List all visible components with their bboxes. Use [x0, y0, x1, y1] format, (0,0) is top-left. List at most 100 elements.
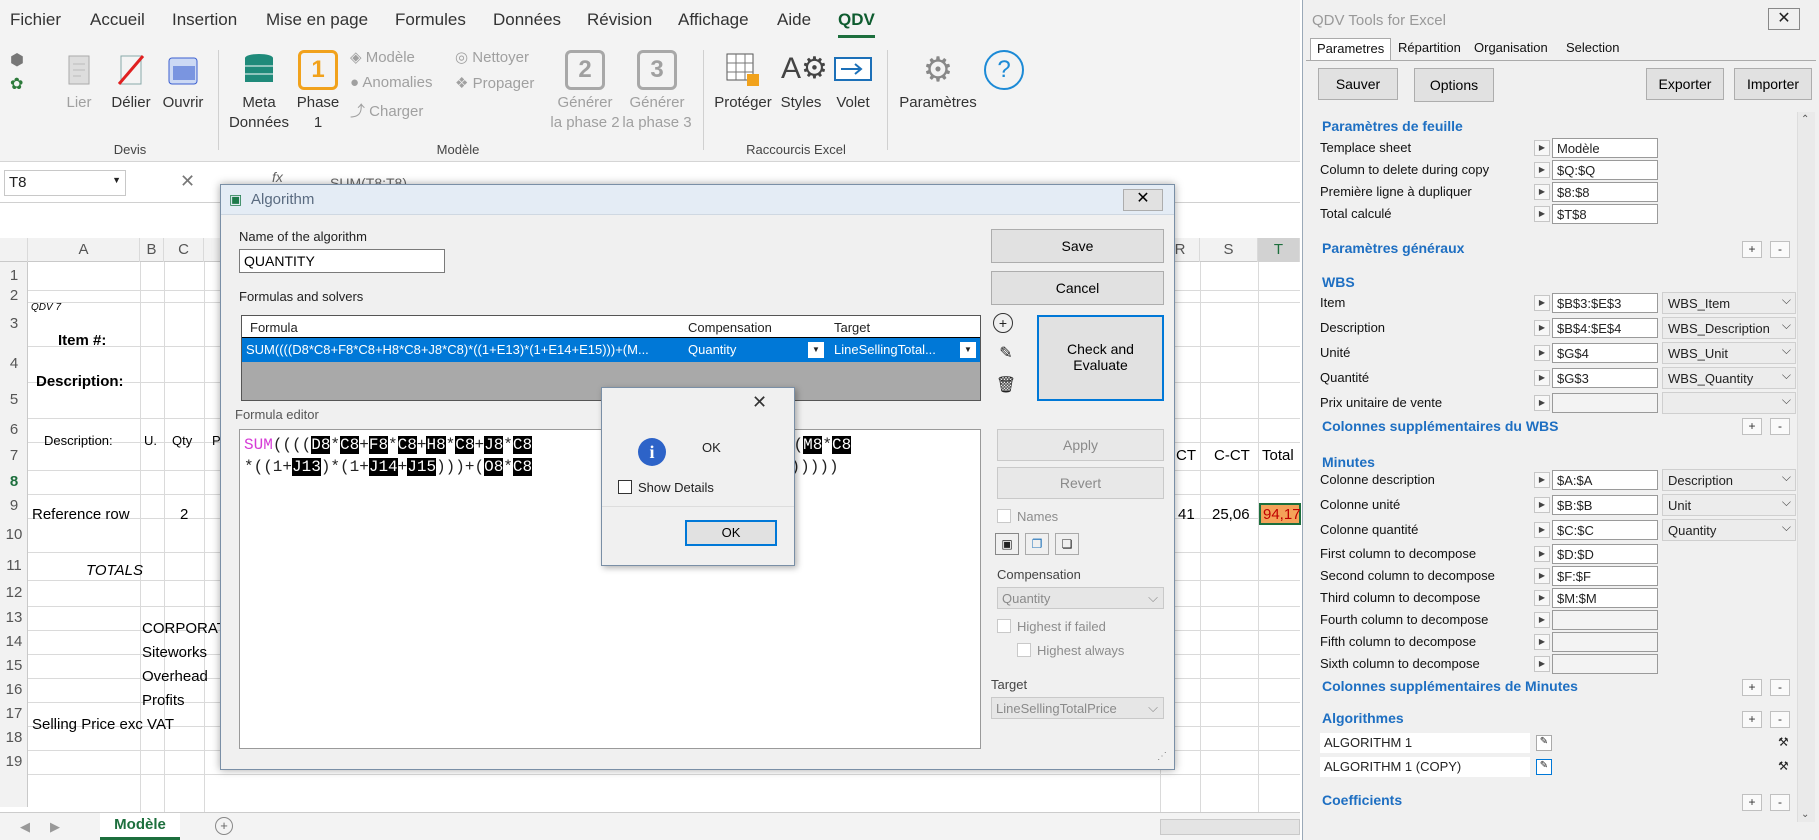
- param-value-field[interactable]: $8:$8: [1552, 182, 1658, 202]
- expand-arrow-icon[interactable]: ▶: [1534, 634, 1550, 650]
- pane-close-button[interactable]: ✕: [1768, 8, 1800, 30]
- pane-tab-selection[interactable]: Selection: [1560, 38, 1625, 60]
- remove-generaux-button[interactable]: -: [1770, 241, 1790, 258]
- tab-accueil[interactable]: Accueil: [90, 10, 145, 30]
- row-header[interactable]: 13: [0, 609, 28, 626]
- row-header[interactable]: 15: [0, 657, 28, 674]
- add-col-minutes-button[interactable]: +: [1742, 679, 1762, 696]
- param-value-field[interactable]: [1552, 610, 1658, 630]
- show-details-checkbox[interactable]: [618, 480, 632, 494]
- pane-scrollbar[interactable]: ⌃ ⌄: [1797, 112, 1815, 822]
- tab-aide[interactable]: Aide: [777, 10, 811, 30]
- paste-icon[interactable]: ❏: [1055, 533, 1079, 555]
- phase1-button[interactable]: 1 Phase 1: [294, 50, 342, 133]
- expand-arrow-icon[interactable]: ▶: [1534, 295, 1550, 311]
- row-header[interactable]: 12: [0, 584, 28, 601]
- row-header[interactable]: 5: [0, 391, 28, 408]
- tab-fichier[interactable]: Fichier: [10, 10, 61, 30]
- revert-button[interactable]: Revert: [997, 467, 1164, 499]
- edit-algorithm-icon[interactable]: ✎: [1536, 759, 1552, 775]
- row-header[interactable]: 1: [0, 267, 28, 284]
- apply-button[interactable]: Apply: [997, 429, 1164, 461]
- row-formula[interactable]: SUM((((D8*C8+F8*C8+H8*C8+J8*C8)*((1+E13)…: [246, 342, 649, 357]
- param-value-field[interactable]: $T$8: [1552, 204, 1658, 224]
- bug-icon[interactable]: ✿: [10, 74, 23, 94]
- param-dropdown[interactable]: Description: [1662, 469, 1796, 491]
- param-value-field[interactable]: $G$3: [1552, 368, 1658, 388]
- horizontal-scrollbar[interactable]: [1160, 819, 1300, 835]
- row-header[interactable]: 7: [0, 447, 28, 464]
- param-value-field[interactable]: $B$3:$E$3: [1552, 293, 1658, 313]
- styles-button[interactable]: A⚙ Styles: [778, 50, 828, 113]
- add-row-icon[interactable]: +: [993, 313, 1019, 337]
- add-algorithm-button[interactable]: +: [1742, 711, 1762, 728]
- tab-insertion[interactable]: Insertion: [172, 10, 237, 30]
- name-box[interactable]: T8 ▼: [4, 170, 126, 196]
- check-evaluate-button[interactable]: Check and Evaluate: [1037, 315, 1164, 401]
- expand-arrow-icon[interactable]: ▶: [1534, 522, 1550, 538]
- expand-arrow-icon[interactable]: ▶: [1534, 320, 1550, 336]
- charger-button[interactable]: ⤴ Charger: [350, 100, 423, 121]
- param-value-field[interactable]: $A:$A: [1552, 470, 1658, 490]
- options-button[interactable]: Options: [1414, 68, 1494, 102]
- close-icon[interactable]: ✕: [752, 392, 767, 413]
- delier-button[interactable]: Délier: [108, 50, 154, 113]
- close-icon[interactable]: ✕: [180, 171, 195, 192]
- param-value-field[interactable]: $D:$D: [1552, 544, 1658, 564]
- volet-button[interactable]: Volet: [830, 50, 876, 113]
- expand-arrow-icon[interactable]: ▶: [1534, 206, 1550, 222]
- param-value-field[interactable]: $F:$F: [1552, 566, 1658, 586]
- names-checkbox[interactable]: [997, 509, 1011, 523]
- highest-always-checkbox[interactable]: [1017, 643, 1031, 657]
- select-all-corner[interactable]: [0, 238, 28, 262]
- row-header[interactable]: 10: [0, 526, 28, 543]
- param-value-field[interactable]: $B:$B: [1552, 495, 1658, 515]
- generer-phase2-button[interactable]: 2 Générer la phase 2: [550, 50, 620, 133]
- resize-grip-icon[interactable]: ⋰: [1157, 751, 1167, 762]
- expand-arrow-icon[interactable]: ▶: [1534, 612, 1550, 628]
- algorithm-name-input[interactable]: [239, 249, 445, 273]
- sheet-tab-modele[interactable]: Modèle: [100, 813, 180, 840]
- ouvrir-button[interactable]: Ouvrir: [160, 50, 206, 113]
- expand-arrow-icon[interactable]: ▶: [1534, 656, 1550, 672]
- meta-donnees-button[interactable]: Meta Données: [228, 50, 290, 133]
- row-header[interactable]: 2: [0, 287, 28, 304]
- scroll-left-icon[interactable]: ◀: [20, 819, 30, 835]
- tab-qdv[interactable]: QDV: [838, 10, 875, 38]
- expand-arrow-icon[interactable]: ▶: [1534, 472, 1550, 488]
- compensation-select[interactable]: Quantity ⌵: [997, 587, 1164, 609]
- fx-icon[interactable]: fx: [272, 169, 283, 185]
- cube-icon[interactable]: ⬢: [10, 50, 24, 70]
- param-value-field[interactable]: [1552, 393, 1658, 413]
- save-button[interactable]: Save: [991, 229, 1164, 263]
- tools-icon[interactable]: ⚒: [1778, 735, 1789, 749]
- chevron-down-icon[interactable]: ⌄: [1801, 809, 1809, 820]
- row-target[interactable]: LineSellingTotal...: [834, 342, 936, 357]
- expand-arrow-icon[interactable]: ▶: [1534, 184, 1550, 200]
- cell-t8-selected[interactable]: 94,17: [1259, 503, 1301, 525]
- row-compensation[interactable]: Quantity: [688, 342, 736, 357]
- help-button[interactable]: ?: [982, 50, 1026, 93]
- param-value-field[interactable]: [1552, 632, 1658, 652]
- param-value-field[interactable]: [1552, 654, 1658, 674]
- target-select[interactable]: LineSellingTotalPrice ⌵: [991, 697, 1164, 719]
- cancel-button[interactable]: Cancel: [991, 271, 1164, 305]
- row-header[interactable]: 19: [0, 753, 28, 770]
- row-header[interactable]: 14: [0, 633, 28, 650]
- param-value-field[interactable]: $G$4: [1552, 343, 1658, 363]
- param-value-field[interactable]: Modèle: [1552, 138, 1658, 158]
- chip-icon[interactable]: ▣: [995, 533, 1019, 555]
- add-generaux-button[interactable]: +: [1742, 241, 1762, 258]
- expand-arrow-icon[interactable]: ▶: [1534, 395, 1550, 411]
- row-header[interactable]: 18: [0, 729, 28, 746]
- proteger-button[interactable]: Protéger: [712, 50, 774, 113]
- edit-algorithm-icon[interactable]: ✎: [1536, 735, 1552, 751]
- param-value-field[interactable]: $C:$C: [1552, 520, 1658, 540]
- param-dropdown[interactable]: WBS_Quantity: [1662, 367, 1796, 389]
- pane-tab-repartition[interactable]: Répartition: [1392, 38, 1467, 60]
- param-value-field[interactable]: $Q:$Q: [1552, 160, 1658, 180]
- trash-icon[interactable]: 🗑: [993, 375, 1019, 399]
- sauver-button[interactable]: Sauver: [1318, 68, 1398, 100]
- row-header[interactable]: 16: [0, 681, 28, 698]
- expand-arrow-icon[interactable]: ▶: [1534, 162, 1550, 178]
